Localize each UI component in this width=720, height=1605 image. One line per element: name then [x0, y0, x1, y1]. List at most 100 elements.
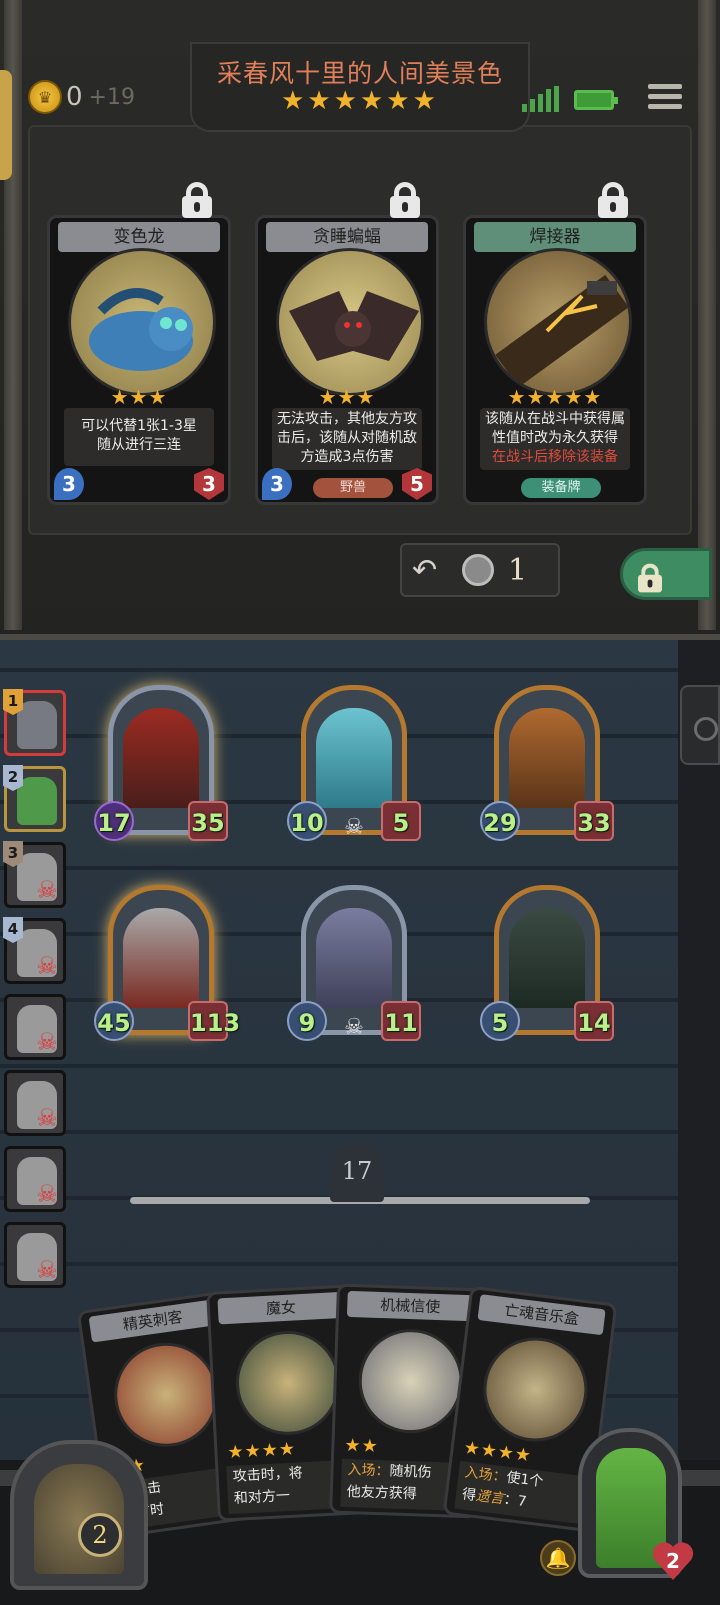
attack-stat: 3 [262, 468, 292, 500]
attack-stat: 45 [94, 1001, 134, 1041]
card-description: 可以代替1张1-3星 随从进行三连 [64, 408, 214, 466]
attack-stat: 3 [54, 468, 84, 500]
keyword: 入场： [347, 1461, 390, 1480]
card-art [356, 1327, 465, 1435]
health-stat: 33 [574, 801, 614, 841]
minion-portrait [123, 908, 199, 1008]
desc-line: 方造成3点伤害 [300, 449, 394, 465]
crown-coin-icon: ♛ [28, 80, 62, 114]
skull-icon: ☠ [36, 1104, 58, 1132]
discover-gate[interactable] [10, 1440, 148, 1590]
desc-line: 可以代替1张1-3星 [81, 418, 197, 434]
rank-badge: 3 [3, 841, 23, 867]
health-stat: 14 [574, 1001, 614, 1041]
shop-card-welder[interactable]: 焊接器 ★★★★★ 该随从在战斗中获得属 性值时改为永久获得 在战斗后移除该装备… [463, 182, 647, 505]
shop-card-sleepy-bat[interactable]: 贪睡蝙蝠 ★★★ 无法攻击，其他友方攻 击后，该随从对随机敌 方造成3点伤害 3… [255, 182, 439, 505]
refresh-button[interactable]: ↶ 1 [400, 543, 560, 597]
desc-line: 该随从在战斗中获得属 [485, 411, 625, 427]
turn-counter: 17 [330, 1142, 384, 1202]
desc-line: 性值时改为永久获得 [492, 430, 618, 446]
card-art [276, 248, 424, 396]
tribe-badge: 装备牌 [521, 478, 601, 498]
keyword: 遗言 [475, 1488, 505, 1508]
gold-count: 0 [66, 82, 83, 112]
player-portrait[interactable]: 1 [3, 689, 66, 756]
gold-income: +19 [88, 84, 135, 110]
attack-stat: 5 [480, 1001, 520, 1041]
board-minion-knight[interactable]: 45 113 [94, 885, 240, 1043]
keyword: 入场： [463, 1464, 508, 1486]
skull-icon: ☠ [36, 876, 58, 904]
battery-icon [574, 90, 618, 110]
player-portrait[interactable]: ☠ [4, 994, 66, 1060]
lock-icon [636, 563, 663, 593]
health-stat: 5 [402, 468, 432, 500]
card-name: 魔女 [217, 1291, 345, 1325]
board-minion-rat[interactable]: 9 ☠ 11 [287, 885, 421, 1043]
health-stat: 35 [188, 801, 228, 841]
player-portrait[interactable]: 4 ☠ [3, 917, 66, 984]
board-minion-bear[interactable]: 29 33 [480, 685, 614, 843]
skull-icon: ☠ [36, 952, 58, 980]
rank-badge: 4 [3, 917, 23, 943]
card-stars: ★★★★★ [507, 385, 603, 409]
card-art [107, 1336, 225, 1454]
player-portrait[interactable]: 3 ☠ [3, 841, 66, 908]
lock-icon[interactable] [596, 182, 630, 218]
minion-portrait [316, 908, 392, 1008]
player-portrait[interactable]: ☠ [4, 1222, 66, 1288]
card-name: 亡魂音乐盒 [477, 1294, 606, 1336]
board-minion-wraith[interactable]: 5 14 [480, 885, 614, 1043]
health-stat: 5 [381, 801, 421, 841]
desc-text: ：7 [502, 1491, 528, 1511]
rank-badge: 1 [3, 689, 23, 715]
skull-icon: ☠ [344, 815, 364, 840]
side-panel-toggle[interactable] [680, 685, 720, 765]
card-description: 入场：使1个 得遗言：7 [454, 1460, 586, 1524]
lock-icon[interactable] [180, 182, 214, 218]
bell-icon[interactable]: 🔔 [540, 1540, 576, 1576]
card-stars: ★★★ [110, 385, 168, 409]
minion-portrait [509, 708, 585, 808]
card-stars: ★★★★ [226, 1438, 297, 1464]
health-stat: 11 [381, 1001, 421, 1041]
desc-line: 随从进行三连 [97, 437, 181, 453]
avatar [17, 701, 57, 749]
card-art [477, 1331, 594, 1448]
signal-icon [522, 86, 559, 112]
player-portrait[interactable]: ☠ [4, 1146, 66, 1212]
desc-text: 使1个 [505, 1469, 545, 1491]
desc-line: 无法攻击，其他友方攻 [277, 411, 417, 427]
card-art [233, 1328, 343, 1438]
lock-icon[interactable] [388, 182, 422, 218]
health-stat: 3 [194, 468, 224, 500]
freeze-button[interactable] [620, 548, 712, 600]
crown-coin-icon [462, 554, 494, 586]
card-art [484, 248, 632, 396]
attack-stat: 29 [480, 801, 520, 841]
desc-line: 在战斗后移除该装备 [492, 449, 618, 465]
card-art [68, 248, 216, 396]
card-stars: ★★★ [318, 385, 376, 409]
skull-icon: ☠ [36, 1180, 58, 1208]
gate-count: 2 [78, 1513, 122, 1557]
board-minion-rabbit[interactable]: 10 ☠ 5 [287, 685, 421, 843]
player-portrait[interactable]: 2 [3, 765, 66, 832]
board-minion-assassin[interactable]: 17 35 [94, 685, 228, 843]
card-description: 该随从在战斗中获得属 性值时改为永久获得 在战斗后移除该装备 [480, 408, 630, 470]
minion-portrait [316, 708, 392, 808]
shop-card-chameleon[interactable]: 变色龙 ★★★ 可以代替1张1-3星 随从进行三连 3 3 [47, 182, 231, 505]
attack-stat: 9 [287, 1001, 327, 1041]
rank-badge: 2 [3, 765, 23, 791]
attack-stat: 10 [287, 801, 327, 841]
menu-icon[interactable] [648, 84, 682, 114]
skull-icon: ☠ [36, 1256, 58, 1284]
card-stars: ★★ [344, 1434, 380, 1458]
refresh-cost: 1 [508, 552, 528, 588]
desc-line: 击后，该随从对随机敌 [277, 430, 417, 446]
minion-portrait [123, 708, 199, 808]
skull-icon: ☠ [344, 1015, 364, 1040]
skull-icon: ☠ [36, 1028, 58, 1056]
player-portrait[interactable]: ☠ [4, 1070, 66, 1136]
attack-stat: 17 [94, 801, 134, 841]
